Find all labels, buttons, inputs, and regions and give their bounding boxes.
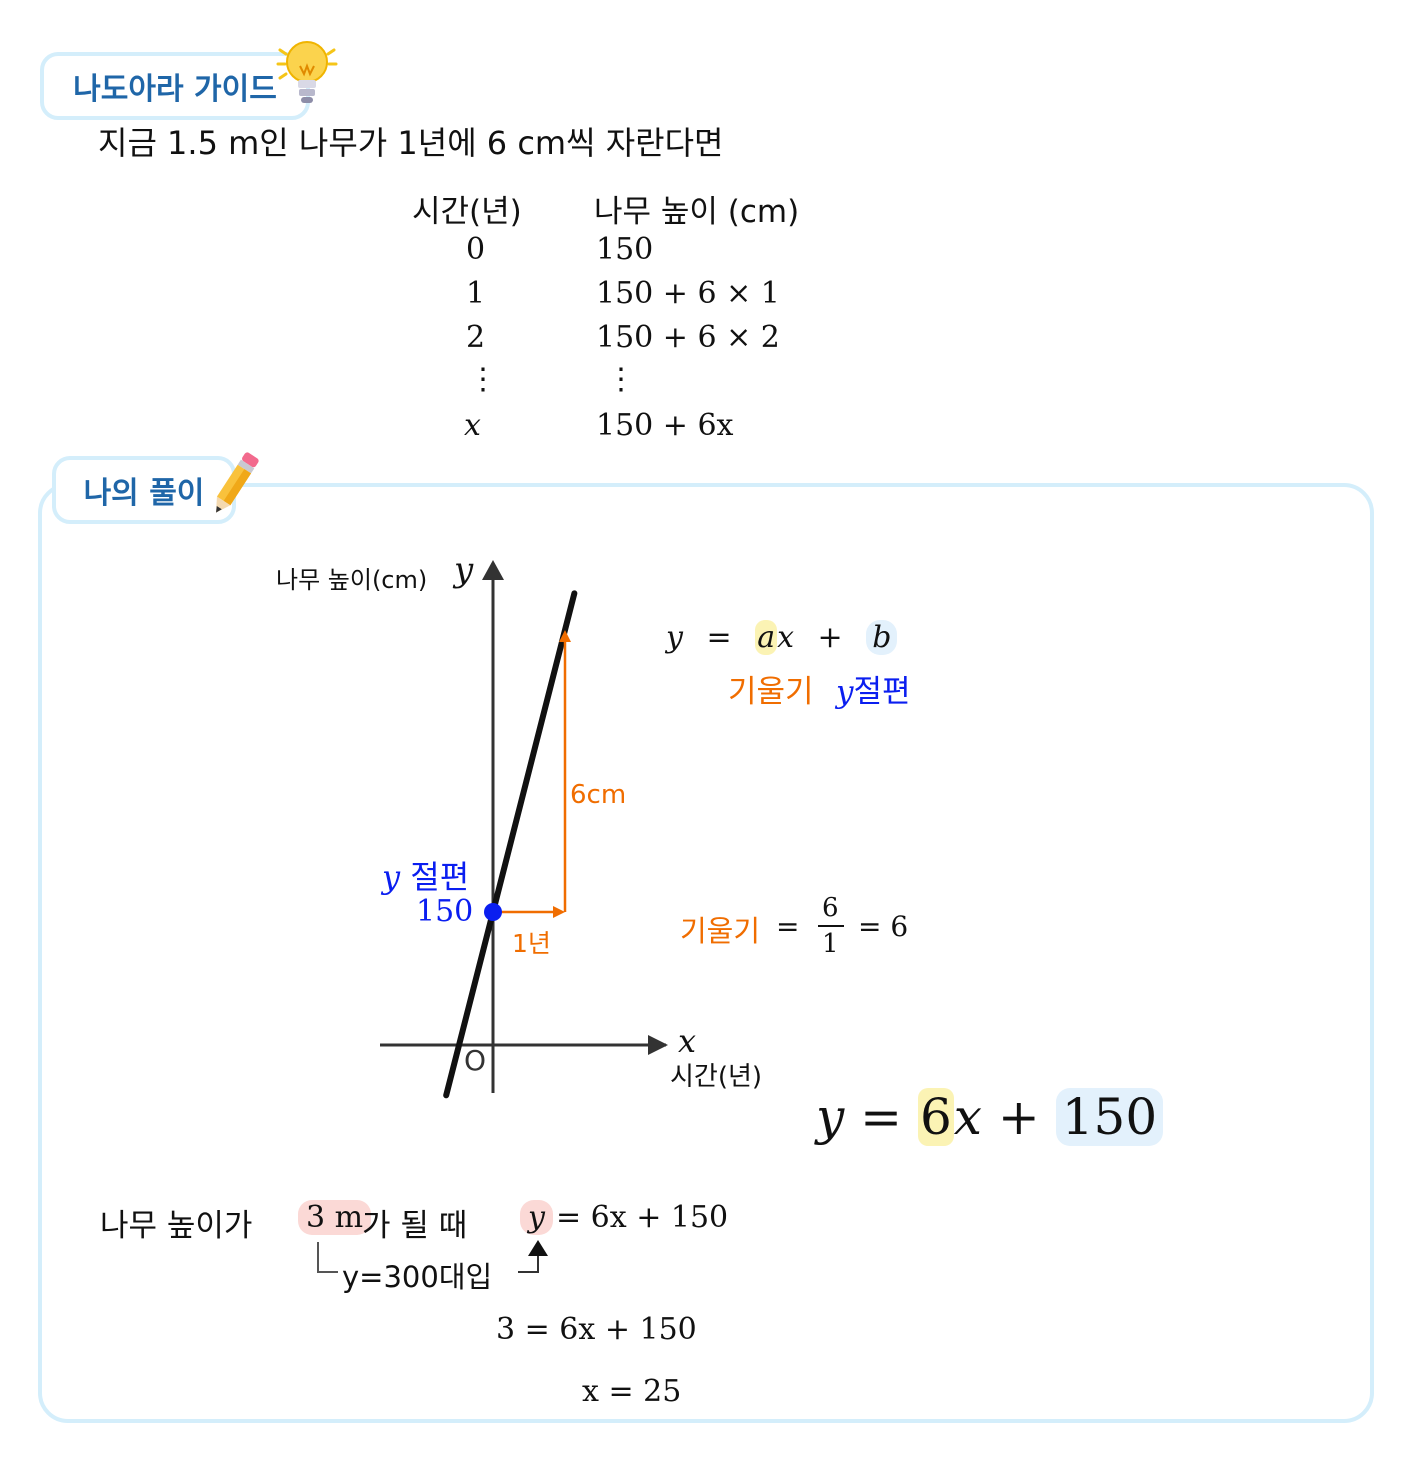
formula-x: x	[777, 620, 794, 655]
run-label: 1년	[512, 929, 551, 958]
intro-sentence: 지금 1.5 m인 나무가 1년에 6 cm씩 자란다면	[98, 124, 724, 162]
slope-word: 기울기	[728, 674, 814, 710]
general-formula: y = ax + b	[666, 620, 898, 655]
step-equation: = 6x + 150	[556, 1200, 729, 1235]
slope-calc-word: 기울기	[680, 914, 761, 948]
substitute-note: y=300대입	[342, 1260, 493, 1294]
intercept-word: y절편	[836, 666, 911, 711]
run-arrow-head-icon	[553, 906, 565, 918]
step-y: y	[520, 1200, 553, 1235]
table-cell-time: x	[464, 408, 481, 443]
formula-plus: +	[817, 620, 843, 655]
step-line-2: 3 = 6x + 150	[496, 1312, 697, 1347]
graph-line	[443, 590, 578, 1099]
y-axis-arrow-icon	[482, 560, 504, 580]
table-cell-height: 150	[596, 232, 654, 267]
formula-equals: =	[706, 620, 732, 655]
guide-tag-label: 나도아라 가이드	[73, 72, 277, 107]
table-cell-time: 0	[466, 232, 486, 267]
slope-result: = 6	[858, 910, 909, 943]
final-equals: =	[860, 1088, 903, 1146]
lightbulb-icon	[276, 41, 338, 103]
solution-tag-label: 나의 풀이	[83, 476, 205, 511]
line-graph	[380, 560, 668, 1099]
slope-denominator: 1	[822, 929, 839, 959]
y-intercept-value: 150	[416, 894, 474, 929]
step-prefix: 나무 높이가	[100, 1208, 253, 1244]
guide-tag: 나도아라 가이드	[40, 52, 310, 120]
pencil-icon	[216, 452, 259, 513]
formula-b: b	[866, 620, 898, 655]
formula-a: a	[755, 620, 778, 655]
intercept-word-var: y	[836, 674, 854, 710]
table-header-time: 시간(년)	[412, 194, 522, 230]
final-coef: 6	[917, 1088, 954, 1146]
table-cell-height: 150 + 6 × 2	[596, 320, 780, 355]
y-axis-var: y	[454, 550, 474, 590]
x-axis-var: x	[678, 1022, 697, 1060]
table-cell-height: ⋮	[606, 362, 636, 397]
final-y: y	[816, 1088, 845, 1146]
slope-calc-equals: =	[776, 910, 800, 943]
table-cell-time: 2	[466, 320, 486, 355]
fraction-bar	[818, 925, 844, 927]
y-axis-label: 나무 높이(cm)	[276, 566, 428, 594]
final-const: 150	[1055, 1088, 1164, 1146]
x-axis-arrow-icon	[648, 1035, 668, 1055]
y-intercept-label-word: 절편	[410, 858, 470, 896]
origin-label: O	[464, 1044, 487, 1077]
table-cell-time: 1	[466, 276, 486, 311]
y-intercept-label: y 절편	[382, 852, 469, 898]
y-intercept-label-var: y	[382, 858, 401, 896]
table-cell-time: ⋮	[468, 362, 498, 397]
rise-label: 6cm	[570, 780, 627, 810]
table-cell-height: 150 + 6 × 1	[596, 276, 780, 311]
final-equation: y = 6x + 150	[816, 1088, 1164, 1146]
y-intercept-point	[484, 903, 502, 921]
final-x: x	[953, 1088, 982, 1146]
table-cell-height: 150 + 6x	[596, 408, 734, 443]
formula-y: y	[666, 620, 683, 655]
final-plus: +	[997, 1088, 1040, 1146]
substitute-arrow-icon	[528, 1240, 548, 1256]
step-line-3: x = 25	[582, 1374, 682, 1409]
step-height: 3 m	[298, 1200, 372, 1235]
slope-numerator: 6	[822, 893, 839, 923]
intercept-word-text: 절편	[853, 674, 911, 710]
table-header-height: 나무 높이 (cm)	[594, 194, 800, 230]
x-axis-label: 시간(년)	[670, 1062, 763, 1092]
